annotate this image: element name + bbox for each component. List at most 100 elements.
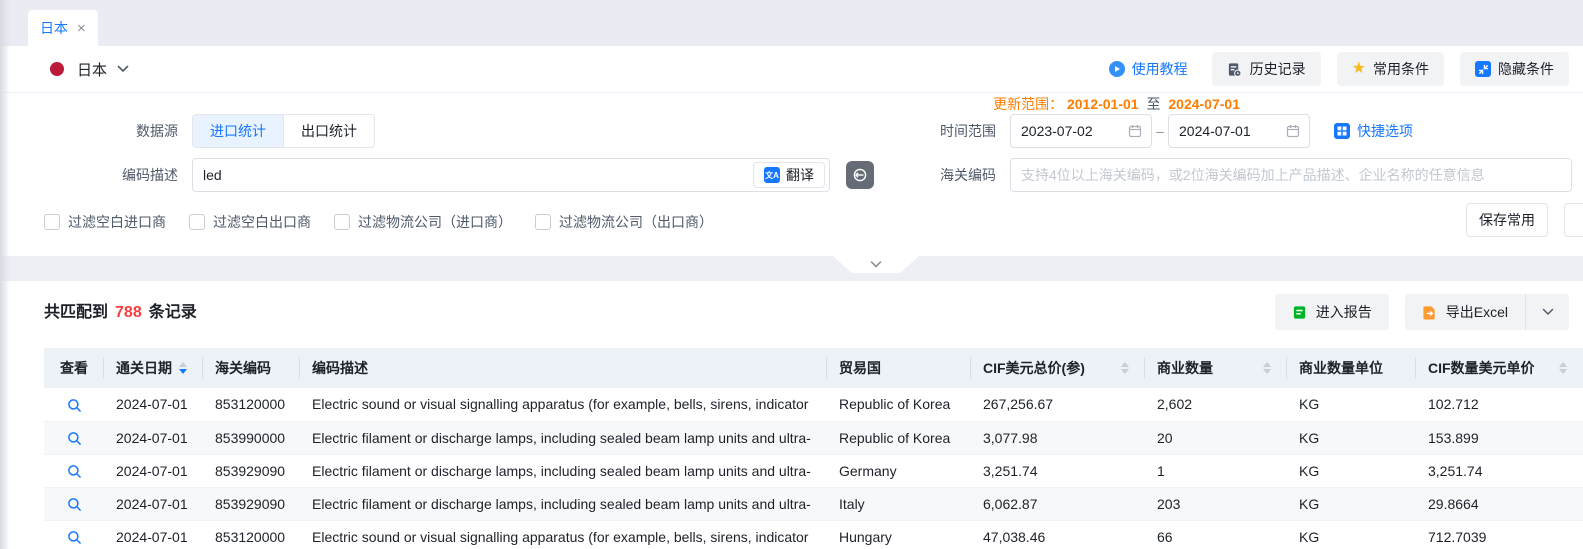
cell-unit_price: 3,251.74 (1416, 454, 1583, 487)
export-stats-tab[interactable]: 出口统计 (283, 115, 374, 147)
cell-date: 2024-07-01 (104, 388, 203, 421)
checkbox-icon[interactable] (189, 214, 205, 230)
star-icon: ★ (1352, 61, 1366, 77)
update-range: 更新范围： 2012-01-01 至 2024-07-01 (993, 95, 1240, 113)
cell-country: Germany (827, 454, 971, 487)
cell-unit_price: 29.8664 (1416, 487, 1583, 520)
column-header-qty[interactable]: 商业数量 (1145, 348, 1287, 388)
column-header-unit: 商业数量单位 (1287, 348, 1416, 388)
magnifier-icon (67, 497, 82, 512)
magnifier-icon (67, 431, 82, 446)
translate-button[interactable]: 文A 翻译 (753, 162, 825, 188)
results-panel: 共匹配到788条记录 进入报告 导出Excel 查看通关日 (0, 281, 1583, 549)
column-header-date[interactable]: 通关日期 (104, 348, 203, 388)
checkbox-label: 过滤空白出口商 (213, 212, 311, 232)
tab-japan[interactable]: 日本 × (28, 10, 98, 46)
column-label: 商业数量 (1157, 358, 1213, 378)
checkbox-filter-logistics-importer[interactable]: 过滤物流公司（进口商） (334, 212, 512, 232)
collapse-icon (1475, 61, 1491, 77)
save-favorite-button[interactable]: 保存常用 (1466, 203, 1548, 237)
tab-close-icon[interactable]: × (77, 21, 86, 36)
cell-unit_price: 153.899 (1416, 421, 1583, 454)
column-header-unit_price[interactable]: CIF数量美元单价 (1416, 348, 1583, 388)
cell-unit: KG (1287, 520, 1416, 549)
cell-country: Hungary (827, 520, 971, 549)
column-header-hs_code: 海关编码 (203, 348, 300, 388)
view-record-button[interactable] (67, 431, 82, 446)
chevron-down-icon[interactable] (115, 61, 131, 77)
hide-conditions-button[interactable]: 隐藏条件 (1460, 52, 1569, 86)
cell-unit: KG (1287, 388, 1416, 421)
view-record-button[interactable] (67, 398, 82, 413)
country-selector-label[interactable]: 日本 (77, 59, 107, 80)
start-date-input[interactable] (1021, 123, 1127, 139)
checkbox-filter-logistics-exporter[interactable]: 过滤物流公司（出口商） (535, 212, 713, 232)
cell-desc: Electric sound or visual signalling appa… (300, 520, 827, 549)
hs-code-field (1010, 158, 1572, 192)
sort-icon-date[interactable] (179, 362, 187, 374)
table-header-row: 查看通关日期海关编码编码描述贸易国CIF美元总价(参)商业数量商业数量单位CIF… (44, 348, 1583, 388)
history-button[interactable]: 历史记录 (1212, 52, 1321, 86)
panel-header: 日本 使用教程 历史记录 ★ 常用条件 (0, 46, 1583, 93)
code-desc-input[interactable] (203, 167, 753, 183)
enter-report-button[interactable]: 进入报告 (1275, 294, 1389, 330)
chevron-down-icon (1542, 308, 1554, 316)
tab-label: 日本 (40, 18, 68, 38)
sort-icon-qty[interactable] (1263, 362, 1271, 374)
update-range-label: 更新范围： (993, 96, 1063, 112)
tutorial-label: 使用教程 (1132, 59, 1188, 79)
code-desc-field: 文A 翻译 (192, 158, 830, 192)
table-row: 2024-07-01853990000Electric filament or … (44, 421, 1583, 454)
favorites-button[interactable]: ★ 常用条件 (1337, 52, 1444, 86)
collapse-panel-handle[interactable] (833, 256, 919, 273)
sort-icon-unit_price[interactable] (1559, 362, 1567, 374)
view-record-button[interactable] (67, 530, 82, 545)
start-date-field[interactable] (1010, 114, 1152, 148)
japan-flag-icon (50, 62, 64, 76)
end-date-field[interactable] (1168, 114, 1310, 148)
view-cell (44, 487, 104, 520)
magnifier-icon (67, 530, 82, 545)
checkbox-icon[interactable] (44, 214, 60, 230)
sort-icon-cif_total[interactable] (1121, 362, 1129, 374)
end-date-input[interactable] (1179, 123, 1285, 139)
column-label: 商业数量单位 (1299, 358, 1383, 378)
column-label: CIF数量美元单价 (1428, 358, 1535, 378)
cell-qty: 20 (1145, 421, 1287, 454)
partial-button[interactable] (1564, 203, 1583, 237)
column-header-cif_total[interactable]: CIF美元总价(参) (971, 348, 1145, 388)
hs-code-input[interactable] (1021, 167, 1561, 183)
checkbox-icon[interactable] (334, 214, 350, 230)
import-stats-tab[interactable]: 进口统计 (193, 115, 283, 147)
page: 日本 × 日本 使用教程 历史记录 (0, 0, 1583, 549)
tutorial-link[interactable]: 使用教程 (1109, 59, 1188, 79)
match-count: 788 (115, 304, 142, 321)
cell-date: 2024-07-01 (104, 454, 203, 487)
cell-unit: KG (1287, 421, 1416, 454)
export-dropdown-button[interactable] (1525, 294, 1569, 330)
checkbox-icon[interactable] (535, 214, 551, 230)
summary-suffix: 条记录 (149, 304, 197, 321)
translate-icon: 文A (764, 167, 780, 183)
hide-conditions-label: 隐藏条件 (1498, 59, 1554, 79)
view-record-button[interactable] (67, 464, 82, 479)
cell-desc: Electric filament or discharge lamps, in… (300, 454, 827, 487)
quick-options-link[interactable]: 快捷选项 (1334, 114, 1413, 148)
exclude-filter-button[interactable] (846, 161, 874, 189)
match-summary: 共匹配到788条记录 (44, 298, 197, 322)
data-source-toggle: 进口统计 出口统计 (192, 114, 375, 148)
column-header-desc: 编码描述 (300, 348, 827, 388)
cell-country: Italy (827, 487, 971, 520)
export-excel-button[interactable]: 导出Excel (1405, 294, 1525, 330)
view-record-button[interactable] (67, 497, 82, 512)
column-label: 通关日期 (116, 358, 172, 378)
enter-report-label: 进入报告 (1316, 302, 1372, 322)
cell-date: 2024-07-01 (104, 520, 203, 549)
checkbox-filter-blank-importer[interactable]: 过滤空白进口商 (44, 212, 166, 232)
view-cell (44, 388, 104, 421)
checkbox-filter-blank-exporter[interactable]: 过滤空白出口商 (189, 212, 311, 232)
cell-date: 2024-07-01 (104, 421, 203, 454)
column-label: 编码描述 (312, 358, 368, 378)
circled-arrow-icon (852, 167, 868, 183)
checkbox-label: 过滤物流公司（进口商） (358, 212, 512, 232)
